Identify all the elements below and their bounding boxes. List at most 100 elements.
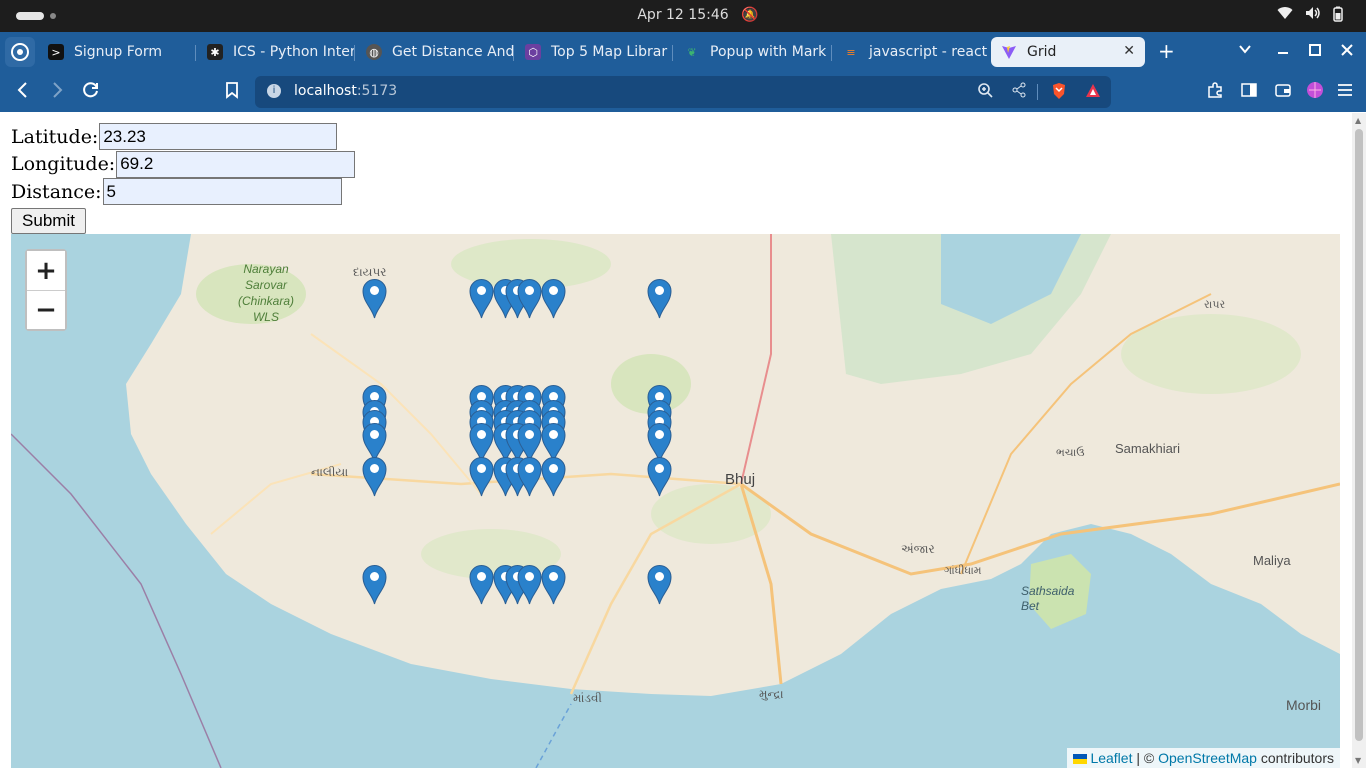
sidebar-icon[interactable] xyxy=(1240,81,1258,104)
tab-popup-marker[interactable]: ❦ Popup with Mark xyxy=(684,37,832,67)
close-window-icon[interactable] xyxy=(1340,42,1354,61)
leaf-icon: ❦ xyxy=(687,45,697,59)
terminal-icon: > xyxy=(48,44,64,60)
map-marker-icon[interactable] xyxy=(469,278,494,319)
map-marker-icon[interactable] xyxy=(469,456,494,497)
navigation-bar: i localhost:5173 xyxy=(0,72,1366,112)
map-marker-icon[interactable] xyxy=(469,564,494,605)
menu-icon[interactable] xyxy=(1337,81,1353,104)
tab-label: Top 5 Map Librar xyxy=(551,44,668,60)
place-label-maliya: Maliya xyxy=(1253,553,1291,568)
vpn-icon[interactable] xyxy=(1306,81,1324,104)
longitude-input[interactable] xyxy=(116,150,356,178)
scrollbar-thumb[interactable] xyxy=(1355,129,1363,741)
tab-strip: > Signup Form ✱ ICS - Python Inter ◍ Get… xyxy=(0,32,1366,72)
map-marker-icon[interactable] xyxy=(647,456,672,497)
share-icon[interactable] xyxy=(1011,82,1027,102)
place-label-rapar: રાપર xyxy=(1204,299,1226,311)
place-label-samakhiari: Samakhiari xyxy=(1115,441,1181,456)
minimize-icon[interactable] xyxy=(1276,42,1290,61)
ukraine-flag-icon xyxy=(1073,754,1088,765)
place-label-bhuj: Bhuj xyxy=(725,471,756,488)
zoom-out-button[interactable]: − xyxy=(27,290,65,329)
map-marker-icon[interactable] xyxy=(647,278,672,319)
address-bar[interactable]: i localhost:5173 xyxy=(255,76,1111,108)
wallet-icon[interactable] xyxy=(1274,81,1292,104)
map-marker-icon[interactable] xyxy=(517,456,542,497)
bookmark-icon[interactable] xyxy=(225,81,239,104)
tab-label: Get Distance And xyxy=(392,44,514,60)
query-form: Latitude: Longitude: Distance: Submit xyxy=(11,123,356,234)
place-label-sathsaida: Sathsaida Bet xyxy=(1021,584,1075,613)
map-marker-icon[interactable] xyxy=(647,564,672,605)
map[interactable]: Narayan Sarovar (Chinkara) WLS દાયપર નાલ… xyxy=(11,234,1340,768)
longitude-label: Longitude: xyxy=(11,153,116,176)
place-label-mandvi: માંડવી xyxy=(573,691,602,705)
close-tab-icon[interactable]: ✕ xyxy=(1123,43,1135,59)
stack-icon: ≡ xyxy=(846,45,856,59)
map-marker-icon[interactable] xyxy=(362,278,387,319)
map-marker-icon[interactable] xyxy=(362,456,387,497)
map-marker-icon[interactable] xyxy=(541,564,566,605)
tab-label: Popup with Mark xyxy=(710,44,827,60)
new-tab-icon[interactable]: + xyxy=(1158,39,1175,63)
page-content: Latitude: Longitude: Distance: Submit xyxy=(0,113,1366,768)
tab-label: ICS - Python Inter xyxy=(233,44,355,60)
latitude-input[interactable] xyxy=(99,123,338,151)
place-label-nalia: નાલીયા xyxy=(311,465,349,479)
submit-button[interactable]: Submit xyxy=(11,207,86,234)
osm-link[interactable]: OpenStreetMap xyxy=(1158,750,1257,766)
os-top-bar: Apr 12 15:46 🔕 xyxy=(0,0,1366,32)
map-marker-icon[interactable] xyxy=(541,456,566,497)
wifi-icon[interactable] xyxy=(1277,6,1293,24)
tab-javascript-react[interactable]: ≡ javascript - react xyxy=(843,37,991,67)
volume-icon[interactable] xyxy=(1305,6,1321,24)
vite-icon xyxy=(1001,44,1017,60)
map-marker-icon[interactable] xyxy=(362,564,387,605)
site-info-icon[interactable]: i xyxy=(267,84,281,98)
zoom-icon[interactable] xyxy=(977,82,993,102)
tab-top5-map[interactable]: ⬡ Top 5 Map Librar xyxy=(525,37,673,67)
clock[interactable]: Apr 12 15:46 xyxy=(0,7,1366,23)
battery-icon[interactable] xyxy=(1333,6,1343,26)
place-label-anjar: અંજાર xyxy=(901,542,935,556)
tab-search-chevron-icon[interactable] xyxy=(1238,41,1252,60)
cube-icon: ⬡ xyxy=(525,44,541,60)
map-tiles xyxy=(11,234,1340,768)
url-text[interactable]: localhost:5173 xyxy=(294,83,397,99)
attribution-separator: | © xyxy=(1132,750,1159,766)
maximize-icon[interactable] xyxy=(1308,42,1322,61)
tab-label: Grid xyxy=(1027,44,1057,60)
back-icon[interactable] xyxy=(15,81,31,104)
tab-grid-active[interactable]: Grid ✕ xyxy=(991,37,1145,67)
place-label-bhachau: ભચાઉ xyxy=(1056,447,1085,459)
map-marker-icon[interactable] xyxy=(517,564,542,605)
extensions-icon[interactable] xyxy=(1206,81,1224,104)
zoom-in-button[interactable]: + xyxy=(27,251,65,290)
chatgpt-app-icon[interactable] xyxy=(5,37,35,67)
tab-signup-form[interactable]: > Signup Form xyxy=(48,37,196,67)
attribution-tail: contributors xyxy=(1256,750,1334,766)
latitude-label: Latitude: xyxy=(11,125,99,148)
place-label-gandhidham: ગાંધીધામ xyxy=(944,565,982,577)
zoom-control: + − xyxy=(25,249,67,331)
place-label-mundra: મુન્દ્રા xyxy=(759,687,784,701)
reload-icon[interactable] xyxy=(82,81,100,104)
distance-input[interactable] xyxy=(102,178,342,206)
map-marker-icon[interactable] xyxy=(517,278,542,319)
place-label-narayan-sarovar: Narayan Sarovar (Chinkara) WLS xyxy=(237,262,294,324)
brave-shields-icon[interactable] xyxy=(1050,82,1068,104)
star-icon: ✱ xyxy=(207,44,223,60)
page-scrollbar[interactable]: ▲ ▼ xyxy=(1352,113,1366,768)
leaflet-link[interactable]: Leaflet xyxy=(1090,750,1132,766)
globe-icon: ◍ xyxy=(366,44,382,60)
tab-label: javascript - react xyxy=(869,44,988,60)
forward-icon[interactable] xyxy=(49,81,65,104)
tab-ics-python[interactable]: ✱ ICS - Python Inter xyxy=(207,37,355,67)
distance-label: Distance: xyxy=(11,180,102,203)
map-attribution: Leaflet | © OpenStreetMap contributors xyxy=(1067,748,1340,768)
tab-get-distance[interactable]: ◍ Get Distance And xyxy=(366,37,514,67)
brave-rewards-icon[interactable] xyxy=(1084,82,1102,104)
map-marker-icon[interactable] xyxy=(541,278,566,319)
notifications-muted-icon: 🔕 xyxy=(741,7,759,23)
